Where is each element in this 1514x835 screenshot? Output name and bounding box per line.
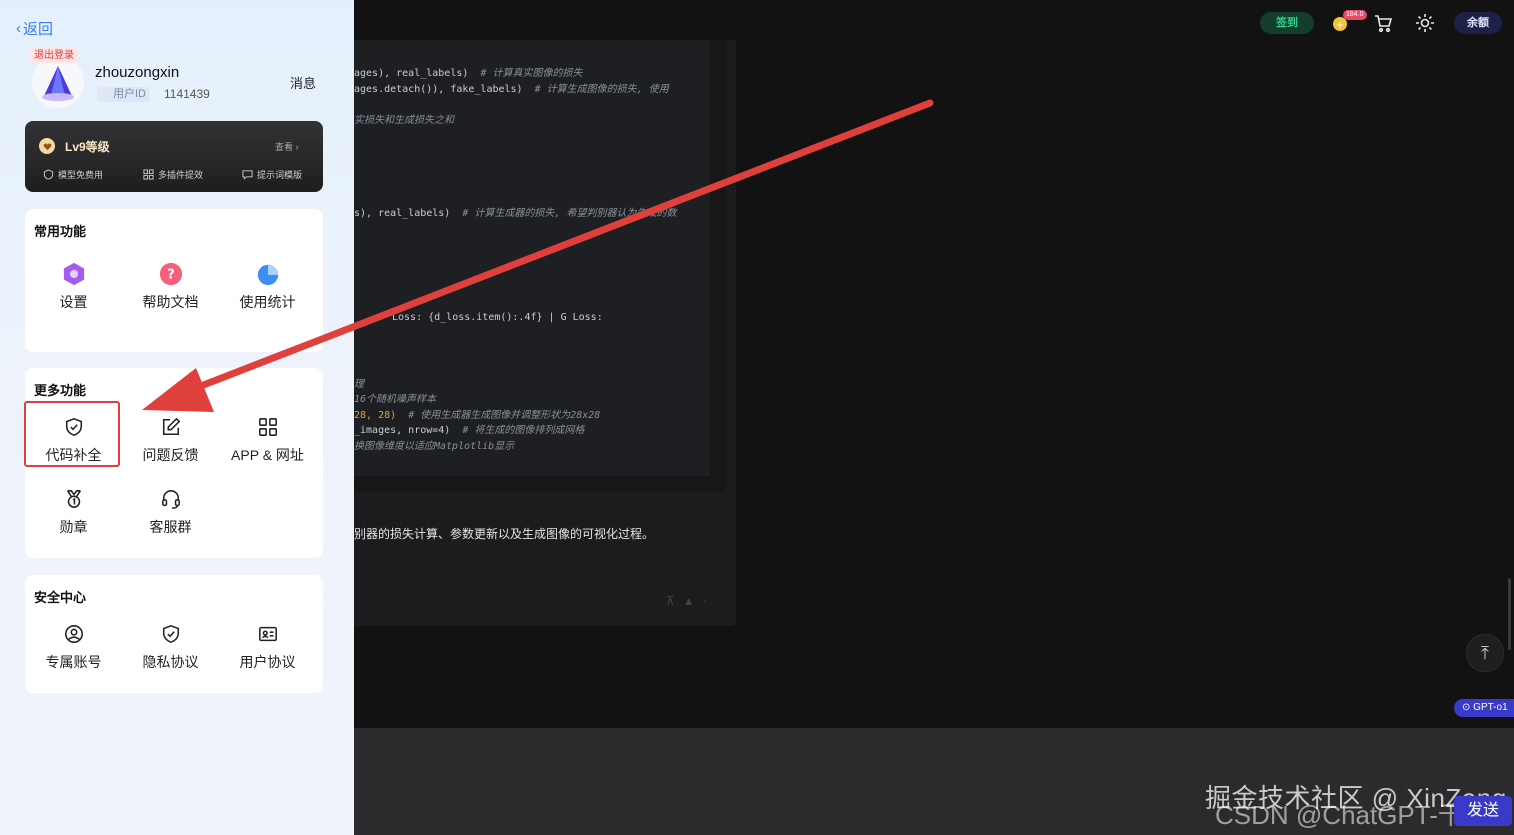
id-card-icon [256,622,280,646]
menu-item-support-group[interactable]: 客服群 [122,487,219,537]
shield-icon [43,169,54,180]
chevron-left-icon: ‹ [16,20,21,37]
signin-button[interactable]: 签到 [1260,12,1314,34]
more-icon[interactable]: ◦ [703,594,707,608]
code-line: 16个随机噪声样本 [354,394,437,405]
security-center-card: 安全中心 专属账号 隐私协议 用户协议 [25,575,323,693]
level-title: Lv9等级 [65,140,110,154]
svg-text:+: + [1336,20,1344,31]
chat-bubble-icon [242,170,253,180]
section-title: 更多功能 [34,383,87,398]
user-circle-icon [62,622,86,646]
level-feature-free-model: 模型免费用 [43,168,103,181]
headset-icon [159,487,183,511]
help-question-icon: ? [159,262,183,286]
level-feature-plugins: 多插件提效 [143,168,203,181]
balance-button[interactable]: 余额 [1454,12,1502,34]
medal-icon [62,487,86,511]
svg-text:?: ? [167,268,175,283]
code-line: 换图像维度以适应Matplotlib显示 [354,441,515,452]
logout-button[interactable]: 退出登录 [30,48,78,63]
pie-chart-icon [256,262,280,286]
menu-item-user-agreement[interactable]: 用户协议 [219,622,316,672]
chat-summary-text: 别器的损失计算、参数更新以及生成图像的可视化过程。 [354,527,655,541]
menu-item-feedback[interactable]: 问题反馈 [122,415,219,465]
scroll-to-top-button[interactable]: ⤒ [1466,634,1504,672]
section-title: 安全中心 [34,590,87,605]
message-actions: ⊼ ▲ ◦ [666,594,707,608]
annotation-highlight-box [24,401,120,467]
code-line: 28, 28) # 使用生成器生成图像并调整形状为28x28 [354,410,601,421]
shield-check-icon [159,622,183,646]
messages-link[interactable]: 消息 [290,73,316,92]
send-button[interactable]: 发送 [1454,796,1512,826]
user-id-value: 1141439 [164,87,210,101]
grid-icon [143,169,154,180]
code-line: s), real_labels) # 计算生成器的损失, 希望判别器认为生成的数 [354,208,677,219]
code-block: ages), real_labels) # 计算真实图像的损失 ages.det… [354,40,710,476]
scrollbar[interactable] [1508,578,1511,650]
menu-item-settings[interactable]: 设置 [25,262,122,312]
sun-icon[interactable] [1414,12,1436,34]
grid-icon [256,415,280,439]
user-id-label: 用户ID [97,87,150,102]
menu-item-dedicated-account[interactable]: 专属账号 [25,622,122,672]
hexagon-settings-icon [62,262,86,286]
code-line: Loss: {d_loss.item():.4f} | G Loss: [392,312,603,323]
watermark-text-2: CSDN @ChatGPT-千鑫 [1215,800,1490,830]
code-line: 理 [354,379,364,390]
code-line: _images, nrow=4) # 将生成的图像排列成网格 [354,425,585,436]
model-badge[interactable]: ⊙ GPT-o1 [1454,699,1514,717]
menu-item-medals[interactable]: 勋章 [25,487,122,537]
level-feature-templates: 提示词模版 [242,168,302,181]
username: zhouzongxin [95,64,180,81]
back-button[interactable]: ‹ 返回 [16,18,53,39]
code-line: 实损失和生成损失之和 [354,115,454,126]
menu-item-privacy-policy[interactable]: 隐私协议 [122,622,219,672]
menu-item-app-websites[interactable]: APP & 网址 [219,415,316,465]
heart-badge-icon [39,138,55,154]
level-view-link[interactable]: 查看 › [275,140,299,153]
code-line: ages.detach()), fake_labels) # 计算生成图像的损失… [354,84,669,95]
avatar[interactable] [32,56,84,108]
code-line: ages), real_labels) # 计算真实图像的损失 [354,68,583,79]
pin-top-icon[interactable]: ⊼ [666,594,675,608]
cart-icon[interactable] [1372,12,1394,34]
menu-item-help-docs[interactable]: ? 帮助文档 [122,262,219,312]
section-title: 常用功能 [34,224,87,239]
level-card[interactable]: Lv9等级 查看 › 模型免费用 多插件提效 提示词模版 [25,121,323,192]
thumbs-up-icon[interactable]: ▲ [683,594,695,608]
edit-icon [159,415,183,439]
menu-item-usage-stats[interactable]: 使用统计 [219,262,316,312]
arrow-up-icon: ⤒ [1481,642,1489,663]
coin-count-badge: 184.0 [1343,10,1367,20]
common-functions-card: 常用功能 设置 ? 帮助文档 使用统计 [25,209,323,352]
avatar-image [32,56,84,108]
